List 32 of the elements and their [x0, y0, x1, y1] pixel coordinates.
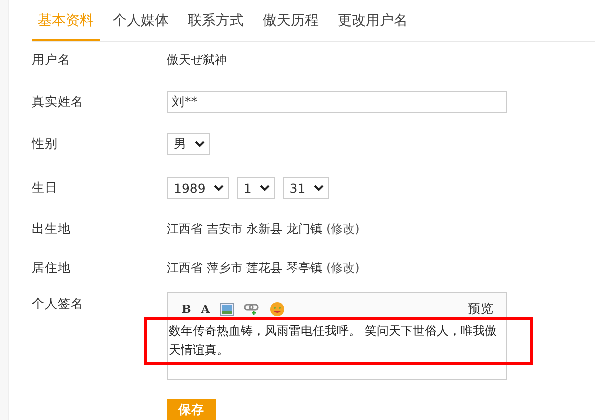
tab[interactable]: 个人媒体: [107, 0, 175, 41]
preview-link[interactable]: 预览: [468, 300, 494, 318]
dropdown[interactable]: 1989: [167, 177, 229, 199]
dropdown[interactable]: 31: [282, 177, 329, 199]
signature-text: 数年传奇热血铸，风雨雷电任我呼。 笑问天下世俗人，唯我傲天情谊真。: [169, 323, 498, 359]
edit-link[interactable]: (修改): [326, 260, 360, 277]
field-label: 真实姓名: [32, 94, 85, 110]
emoji-icon[interactable]: [270, 302, 285, 316]
username-text: 傲天ぜ弑神: [167, 52, 227, 69]
name-input[interactable]: 刘**: [167, 91, 507, 113]
tab[interactable]: 傲天历程: [257, 0, 325, 41]
address-text: 江西省 萍乡市 莲花县 琴亭镇: [167, 260, 322, 277]
image-icon[interactable]: [220, 302, 234, 316]
field-label: 性别: [32, 136, 59, 152]
chevron-icon: [314, 184, 324, 192]
dropdown[interactable]: 1: [236, 177, 275, 199]
link-icon[interactable]: [244, 303, 260, 315]
field-label: 居住地: [32, 260, 72, 277]
font-button[interactable]: A: [201, 302, 210, 316]
chevron-icon: [195, 140, 205, 148]
chevron-icon: [214, 184, 224, 192]
address-text: 江西省 吉安市 永新县 龙门镇: [167, 221, 322, 238]
dropdown[interactable]: 男: [167, 133, 210, 155]
bold-button[interactable]: B: [182, 302, 192, 316]
field-label: 个人签名: [32, 295, 85, 313]
field-label: 用户名: [32, 52, 72, 69]
tab[interactable]: 更改用户名: [332, 0, 414, 41]
field-label: 生日: [32, 180, 59, 196]
edit-link[interactable]: (修改): [326, 221, 360, 238]
tab[interactable]: 联系方式: [182, 0, 250, 41]
field-label: 出生地: [32, 221, 72, 238]
chevron-icon: [260, 184, 270, 192]
